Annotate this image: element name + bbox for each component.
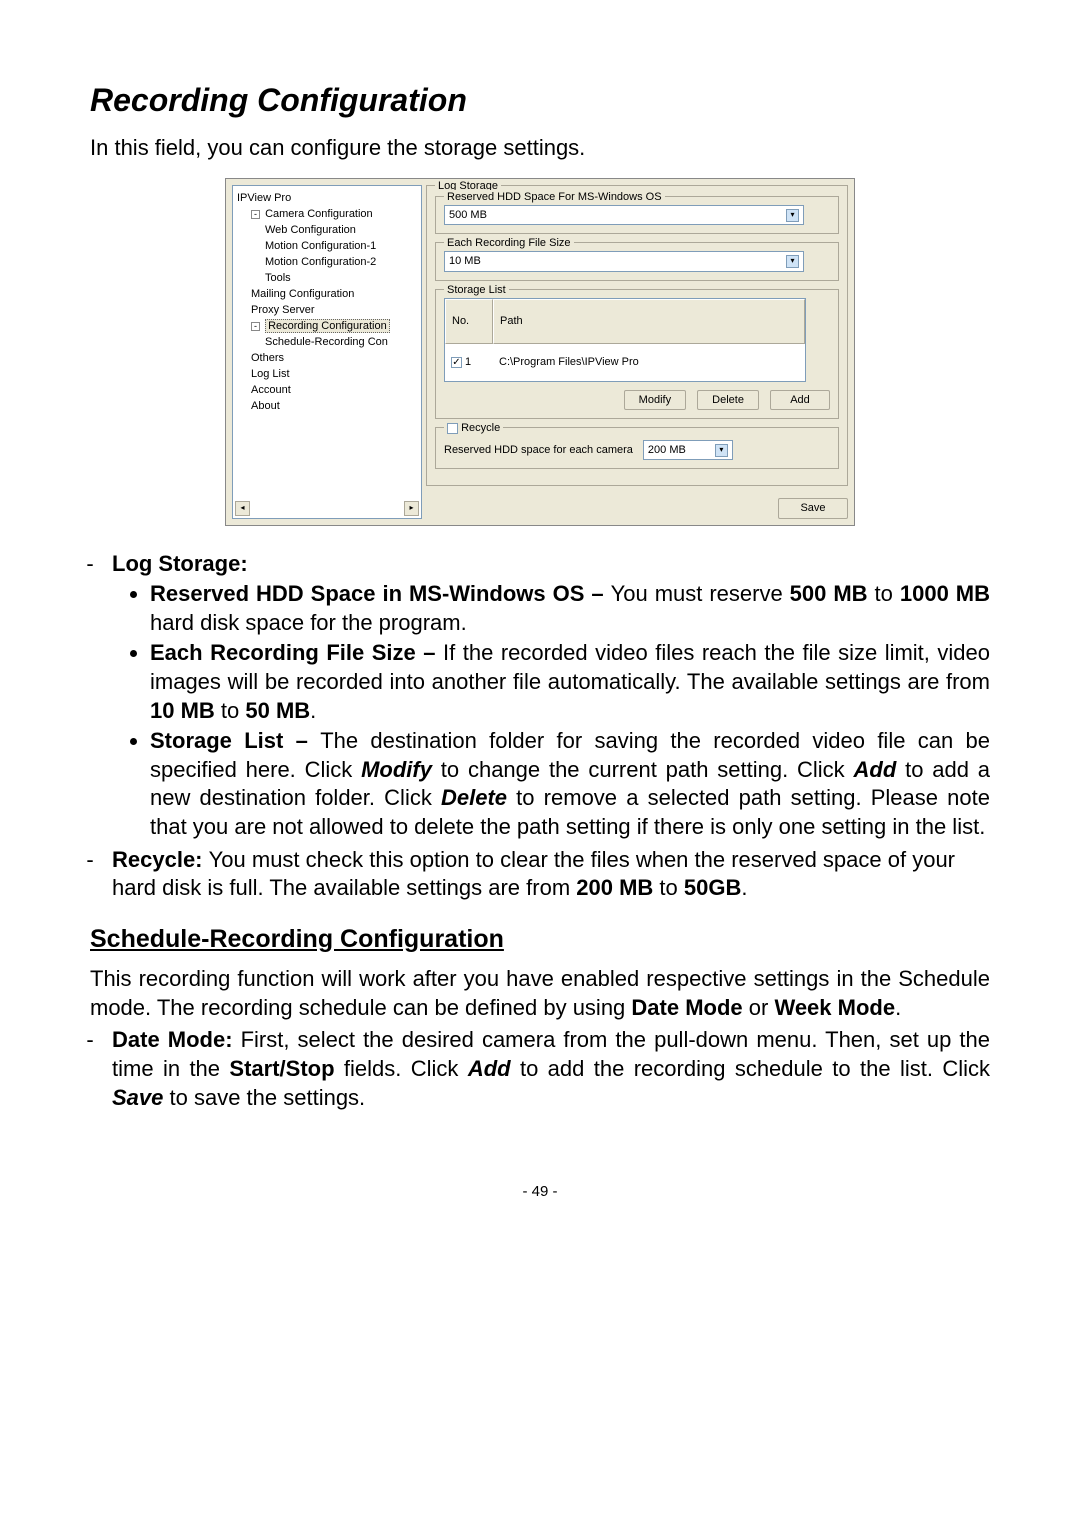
- recycle-text: Reserved HDD space for each camera: [444, 443, 633, 457]
- path-cell: C:\Program Files\IPView Pro: [493, 344, 805, 381]
- log-storage-group: Log Storage Reserved HDD Space For MS-Wi…: [426, 185, 848, 486]
- recycle-size-value: 200 MB: [648, 443, 686, 457]
- collapse-icon[interactable]: -: [251, 322, 260, 331]
- tree-web-config[interactable]: Web Configuration: [265, 222, 417, 238]
- recycle-checkbox[interactable]: [447, 423, 458, 434]
- tree-about[interactable]: About: [251, 398, 417, 414]
- tree-schedule-recording[interactable]: Schedule-Recording Con: [265, 334, 417, 350]
- tree-recording-config[interactable]: - Recording Configuration: [251, 318, 417, 334]
- delete-button[interactable]: Delete: [697, 390, 759, 410]
- page-number: - 49 -: [90, 1182, 990, 1202]
- intro-text: In this field, you can configure the sto…: [90, 134, 990, 163]
- recycle-label: Recycle: [444, 421, 503, 435]
- schedule-recording-heading: Schedule-Recording Configuration: [90, 923, 990, 956]
- save-button[interactable]: Save: [778, 498, 848, 518]
- tree-log-list[interactable]: Log List: [251, 366, 417, 382]
- tree-proxy[interactable]: Proxy Server: [251, 302, 417, 318]
- tree-motion1[interactable]: Motion Configuration-1: [265, 238, 417, 254]
- scroll-right-button[interactable]: ▸: [404, 501, 419, 516]
- page-title: Recording Configuration: [90, 80, 990, 122]
- reserved-hdd-label: Reserved HDD Space For MS-Windows OS: [444, 190, 665, 204]
- add-button[interactable]: Add: [770, 390, 830, 410]
- recycle-desc: Recycle: You must check this option to c…: [112, 846, 990, 903]
- log-storage-heading: Log Storage: Reserved HDD Space in MS-Wi…: [112, 550, 990, 842]
- chevron-down-icon[interactable]: ▾: [786, 255, 799, 268]
- table-row[interactable]: ✓1 C:\Program Files\IPView Pro: [445, 344, 805, 381]
- col-path[interactable]: Path: [493, 299, 805, 344]
- tree-account[interactable]: Account: [251, 382, 417, 398]
- file-size-label: Each Recording File Size: [444, 236, 574, 250]
- storage-table[interactable]: No. Path ✓1 C:\Program Files\IPView Pro: [444, 298, 806, 382]
- col-no[interactable]: No.: [445, 299, 493, 344]
- chevron-down-icon[interactable]: ▾: [786, 209, 799, 222]
- tree-motion2[interactable]: Motion Configuration-2: [265, 254, 417, 270]
- tree-mailing[interactable]: Mailing Configuration: [251, 286, 417, 302]
- tree-others[interactable]: Others: [251, 350, 417, 366]
- settings-pane: Log Storage Reserved HDD Space For MS-Wi…: [426, 185, 848, 518]
- tree-camera-config[interactable]: - Camera Configuration: [251, 206, 417, 222]
- nav-tree[interactable]: IPView Pro - Camera Configuration Web Co…: [232, 185, 422, 518]
- modify-button[interactable]: Modify: [624, 390, 686, 410]
- recycle-size-select[interactable]: 200 MB ▾: [643, 440, 733, 460]
- reserved-hdd-group: Reserved HDD Space For MS-Windows OS 500…: [435, 196, 839, 234]
- config-window: IPView Pro - Camera Configuration Web Co…: [225, 178, 855, 525]
- storage-list-group: Storage List No. Path ✓1 C:\Program File…: [435, 289, 839, 419]
- file-size-select[interactable]: 10 MB ▾: [444, 251, 804, 271]
- file-size-group: Each Recording File Size 10 MB ▾: [435, 242, 839, 280]
- tree-tools[interactable]: Tools: [265, 270, 417, 286]
- collapse-icon[interactable]: -: [251, 210, 260, 219]
- file-size-desc: Each Recording File Size – If the record…: [150, 639, 990, 725]
- reserved-hdd-desc: Reserved HDD Space in MS-Windows OS – Yo…: [150, 580, 990, 637]
- storage-list-label: Storage List: [444, 283, 509, 297]
- file-size-value: 10 MB: [449, 254, 481, 268]
- checkbox-icon[interactable]: ✓: [451, 357, 462, 368]
- schedule-recording-body: This recording function will work after …: [90, 965, 990, 1022]
- recycle-group: Recycle Reserved HDD space for each came…: [435, 427, 839, 469]
- scroll-left-button[interactable]: ◂: [235, 501, 250, 516]
- date-mode-desc: Date Mode: First, select the desired cam…: [112, 1026, 990, 1112]
- storage-list-desc: Storage List – The destination folder fo…: [150, 727, 990, 841]
- chevron-down-icon[interactable]: ▾: [715, 444, 728, 457]
- reserved-hdd-select[interactable]: 500 MB ▾: [444, 205, 804, 225]
- tree-root[interactable]: IPView Pro: [237, 190, 417, 206]
- reserved-hdd-value: 500 MB: [449, 208, 487, 222]
